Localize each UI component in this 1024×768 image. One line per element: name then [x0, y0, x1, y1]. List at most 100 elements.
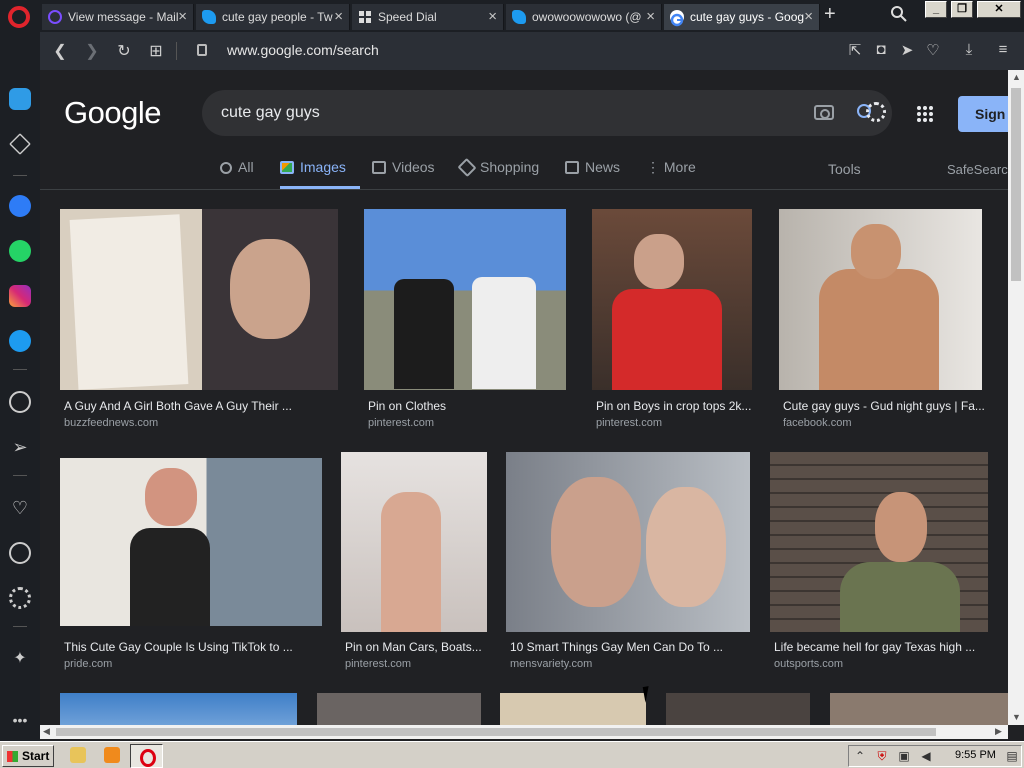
image-result[interactable]: 10 Smart Things Gay Men Can Do To ... me…	[506, 452, 756, 682]
result-thumbnail[interactable]	[341, 452, 487, 632]
expand-tray-icon[interactable]: ⌃	[853, 749, 867, 763]
tips-lightbulb-icon[interactable]: ✦	[9, 648, 31, 670]
tab-speed-dial[interactable]: Speed Dial ×	[352, 4, 504, 30]
twitter-icon[interactable]	[9, 330, 31, 352]
bookmark-heart-icon[interactable]: ♡	[924, 41, 942, 59]
search-box[interactable]: cute gay guys	[202, 90, 892, 136]
minimize-button[interactable]: _	[925, 1, 947, 18]
player-icon[interactable]	[9, 391, 31, 413]
tab-search-icon[interactable]	[890, 5, 908, 23]
close-tab-icon[interactable]: ×	[334, 4, 343, 30]
result-source[interactable]: pinterest.com	[368, 417, 434, 429]
search-input[interactable]: cute gay guys	[221, 104, 320, 122]
tab-mail[interactable]: View message - Mail ×	[42, 4, 194, 30]
result-thumbnail[interactable]	[317, 693, 481, 725]
image-result[interactable]: Cute gay guys - Gud night guys | Fa... f…	[779, 209, 989, 439]
result-title[interactable]: Pin on Boys in crop tops 2k...	[596, 399, 751, 413]
image-result[interactable]: Pin on Man Cars, Boats... pinterest.com	[341, 452, 501, 682]
url-field[interactable]: www.google.com/search	[227, 42, 379, 58]
result-thumbnail[interactable]	[506, 452, 750, 632]
result-source[interactable]: mensvariety.com	[510, 658, 592, 670]
result-title[interactable]: Pin on Clothes	[368, 399, 446, 413]
google-logo[interactable]: Google	[64, 95, 161, 131]
result-thumbnail[interactable]	[666, 693, 810, 725]
clock[interactable]: 9:55 PM	[955, 749, 996, 761]
close-tab-icon[interactable]: ×	[804, 4, 813, 30]
start-button[interactable]: Start	[2, 745, 54, 767]
tab-shopping[interactable]: Shopping	[457, 157, 539, 189]
tab-snapshot-icon[interactable]: ⊞	[146, 41, 166, 61]
scroll-up-icon[interactable]: ▲	[1012, 72, 1021, 82]
image-result[interactable]: Life became hell for gay Texas high ... …	[770, 452, 1000, 682]
result-title[interactable]: Cute gay guys - Gud night guys | Fa...	[783, 399, 985, 413]
snapshot-icon[interactable]: ◘	[872, 41, 890, 58]
tools-button[interactable]: Tools	[828, 161, 861, 177]
google-apps-icon[interactable]	[917, 106, 933, 122]
scrollbar-thumb[interactable]	[56, 728, 936, 736]
image-result[interactable]: This Cute Gay Couple Is Using TikTok to …	[60, 458, 340, 688]
image-result[interactable]: Pin on Clothes pinterest.com	[364, 209, 574, 439]
send-icon[interactable]: ➤	[898, 41, 916, 59]
tab-videos[interactable]: Videos	[372, 159, 435, 189]
tab-twitter-search[interactable]: cute gay people - Tw ×	[196, 4, 350, 30]
tab-google-search[interactable]: cute gay guys - Goog ×	[664, 4, 820, 30]
share-icon[interactable]: ⇱	[846, 41, 864, 59]
easy-setup-icon[interactable]: ≡	[994, 41, 1012, 58]
result-thumbnail[interactable]	[779, 209, 982, 390]
result-thumbnail[interactable]	[830, 693, 1008, 725]
forward-button[interactable]: ❯	[82, 41, 102, 61]
image-result[interactable]: A Guy And A Girl Both Gave A Guy Their .…	[60, 209, 340, 439]
result-thumbnail[interactable]	[364, 209, 566, 390]
result-title[interactable]: Life became hell for gay Texas high ...	[774, 640, 975, 654]
result-title[interactable]: 10 Smart Things Gay Men Can Do To ...	[510, 640, 723, 654]
whatsapp-icon[interactable]	[9, 240, 31, 262]
settings-gear-icon[interactable]	[9, 587, 31, 609]
tab-more[interactable]: ⋮ More	[646, 159, 696, 189]
vertical-scrollbar[interactable]: ▲ ▼	[1008, 70, 1024, 725]
settings-gear-icon[interactable]	[866, 102, 886, 122]
result-source[interactable]: buzzfeednews.com	[64, 417, 158, 429]
notification-icon[interactable]: ▤	[1005, 749, 1019, 763]
result-thumbnail[interactable]	[770, 452, 988, 632]
media-player-icon[interactable]	[104, 747, 120, 763]
result-source[interactable]: facebook.com	[783, 417, 851, 429]
close-window-button[interactable]: ✕	[977, 1, 1021, 18]
close-tab-icon[interactable]: ×	[178, 4, 187, 30]
new-tab-button[interactable]: +	[824, 3, 836, 26]
close-tab-icon[interactable]: ×	[488, 4, 497, 30]
volume-icon[interactable]: ◀	[919, 749, 933, 763]
security-icon[interactable]: ⛨	[875, 749, 889, 763]
result-source[interactable]: outsports.com	[774, 658, 843, 670]
image-result[interactable]: Pin on Boys in crop tops 2k... pinterest…	[592, 209, 762, 439]
opera-menu-icon[interactable]	[8, 6, 30, 28]
scrollbar-thumb[interactable]	[1011, 88, 1021, 281]
sign-in-button[interactable]: Sign	[958, 96, 1008, 132]
tab-images[interactable]: Images	[280, 159, 360, 189]
result-thumbnail[interactable]	[60, 458, 322, 626]
back-button[interactable]: ❮	[50, 41, 70, 61]
download-icon[interactable]: ⤓	[960, 41, 978, 58]
lock-icon[interactable]	[197, 44, 207, 56]
search-by-image-icon[interactable]	[814, 105, 834, 120]
result-thumbnail[interactable]	[500, 693, 646, 725]
safesearch-button[interactable]: SafeSearch	[947, 162, 1008, 177]
tab-twitter-profile[interactable]: owowoowowowo (@ ×	[506, 4, 662, 30]
result-thumbnail[interactable]	[592, 209, 752, 390]
result-thumbnail[interactable]	[60, 693, 297, 725]
explorer-icon[interactable]	[70, 747, 86, 763]
home-icon[interactable]	[9, 88, 31, 110]
network-icon[interactable]: ▣	[897, 749, 911, 763]
maximize-button[interactable]: ❐	[951, 1, 973, 18]
scroll-left-icon[interactable]: ◀	[43, 726, 50, 737]
scroll-right-icon[interactable]: ▶	[995, 726, 1002, 737]
result-title[interactable]: Pin on Man Cars, Boats...	[345, 640, 482, 654]
tab-all[interactable]: All	[220, 159, 254, 189]
result-title[interactable]: A Guy And A Girl Both Gave A Guy Their .…	[64, 399, 292, 413]
bookmarks-icon[interactable]	[9, 133, 31, 155]
taskbar-opera-button[interactable]	[130, 744, 163, 768]
messenger-icon[interactable]	[9, 195, 31, 217]
heart-icon[interactable]: ♡	[9, 497, 31, 519]
scroll-down-icon[interactable]: ▼	[1012, 712, 1021, 722]
close-tab-icon[interactable]: ×	[646, 4, 655, 30]
instagram-icon[interactable]	[9, 285, 31, 307]
